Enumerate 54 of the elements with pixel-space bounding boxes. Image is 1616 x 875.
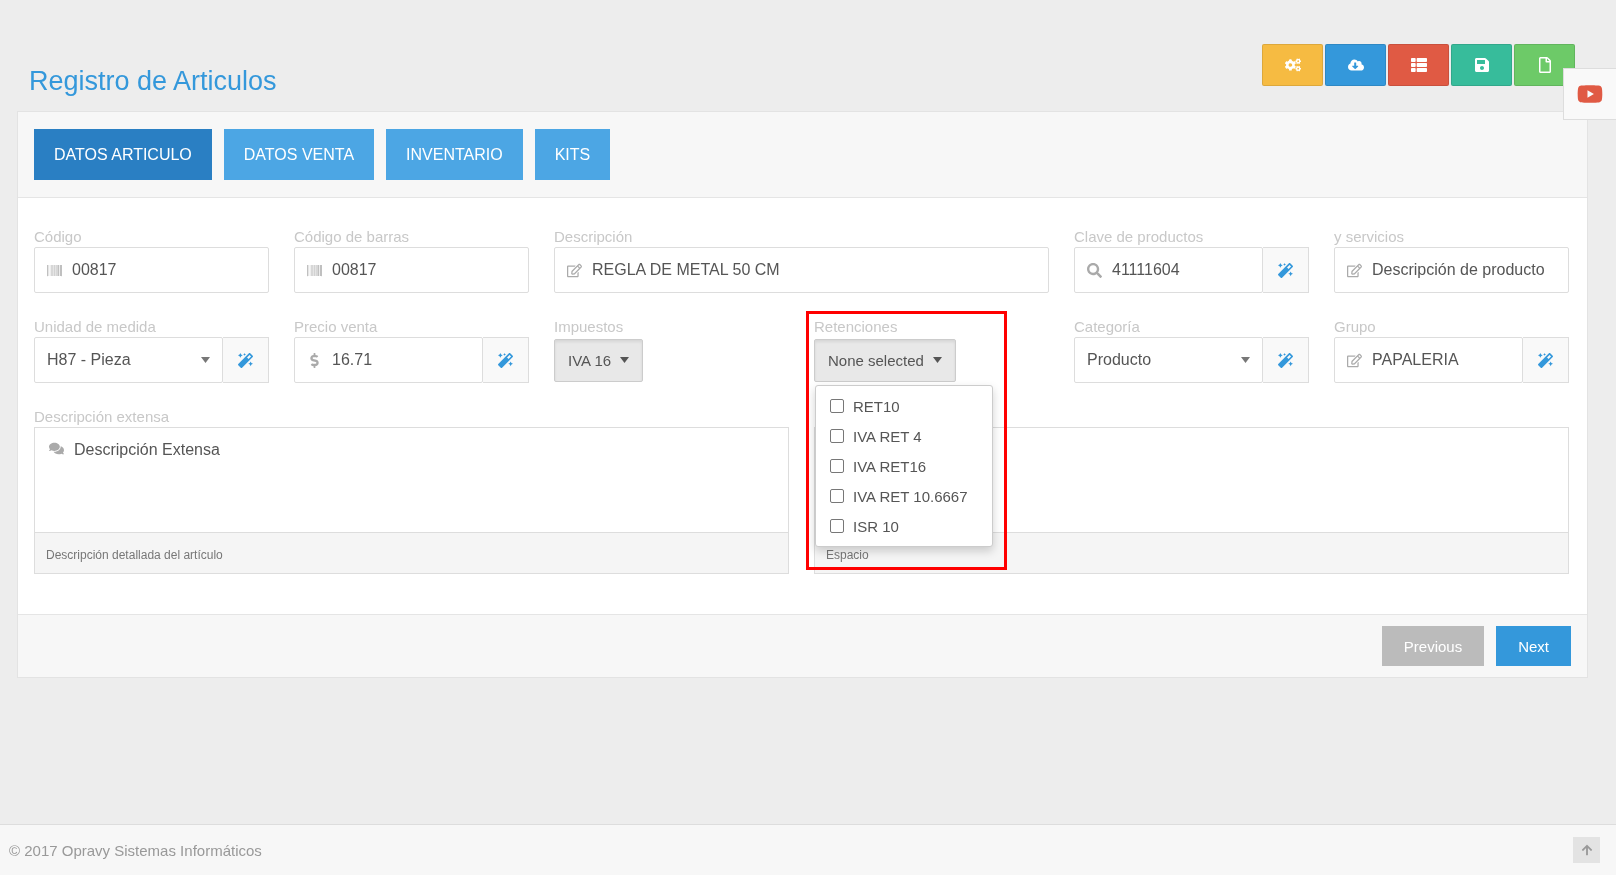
wand-icon — [1278, 352, 1293, 368]
video-icon[interactable] — [1563, 68, 1616, 120]
menu-option[interactable]: IVA RET16 — [816, 451, 992, 481]
cloud-download-icon[interactable] — [1325, 44, 1386, 86]
select-field[interactable]: Producto — [1074, 337, 1263, 383]
multiselect-button[interactable]: IVA 16 — [554, 339, 644, 382]
caret-icon — [620, 357, 630, 364]
caret-icon — [201, 356, 210, 364]
file-icon[interactable] — [1514, 44, 1575, 86]
menu-option[interactable]: RET10 — [816, 391, 992, 421]
wand-button[interactable] — [483, 337, 529, 383]
page-title: Registro de Articulos — [29, 66, 277, 97]
menu-option[interactable]: IVA RET 4 — [816, 421, 992, 451]
help-text: Descripción detallada del artículo — [35, 532, 788, 573]
caret-icon — [1241, 356, 1250, 364]
gears-icon[interactable] — [1262, 44, 1323, 86]
textarea-field[interactable]: Descripción Extensa — [35, 428, 788, 532]
search-icon — [1087, 262, 1102, 278]
edit-icon — [1347, 262, 1362, 278]
wand-icon — [1278, 262, 1293, 278]
wand-button[interactable] — [223, 337, 269, 383]
checkbox[interactable] — [830, 429, 844, 443]
checkbox[interactable] — [830, 519, 844, 533]
scroll-top-button[interactable] — [1573, 837, 1600, 863]
tab[interactable]: DATOS ARTICULO — [34, 129, 212, 180]
wand-icon — [1538, 352, 1553, 368]
multiselect-button[interactable]: None selected — [814, 339, 956, 382]
wand-icon — [238, 352, 253, 368]
input-field[interactable]: Descripción de producto — [1334, 247, 1569, 293]
edit-icon — [1347, 352, 1362, 368]
select-field[interactable]: H87 - Pieza — [34, 337, 223, 383]
checkbox[interactable] — [830, 489, 844, 503]
input-field[interactable]: 16.71 — [294, 337, 483, 383]
comments-icon — [49, 441, 64, 456]
copyright-text: © 2017 Opravy Sistemas Informáticos — [9, 841, 262, 859]
list-icon[interactable] — [1388, 44, 1449, 86]
checkbox[interactable] — [830, 459, 844, 473]
checkbox[interactable] — [830, 399, 844, 413]
wand-button[interactable] — [1263, 337, 1309, 383]
save-icon[interactable] — [1451, 44, 1512, 86]
wand-button[interactable] — [1523, 337, 1569, 383]
arrow-up-icon — [1580, 844, 1593, 856]
input-field[interactable]: 41111604 — [1074, 247, 1263, 293]
input-field[interactable]: 00817 — [294, 247, 529, 293]
barcode-icon — [307, 262, 322, 278]
edit-icon — [567, 262, 582, 278]
input-field[interactable]: PAPALERIA — [1334, 337, 1523, 383]
barcode-icon — [47, 262, 62, 278]
input-field[interactable]: 00817 — [34, 247, 269, 293]
wand-button[interactable] — [1263, 247, 1309, 293]
input-field[interactable]: REGLA DE METAL 50 CM — [554, 247, 1049, 293]
wand-icon — [498, 352, 513, 368]
menu-option[interactable]: IVA RET 10.6667 — [816, 481, 992, 511]
caret-icon — [932, 357, 942, 364]
